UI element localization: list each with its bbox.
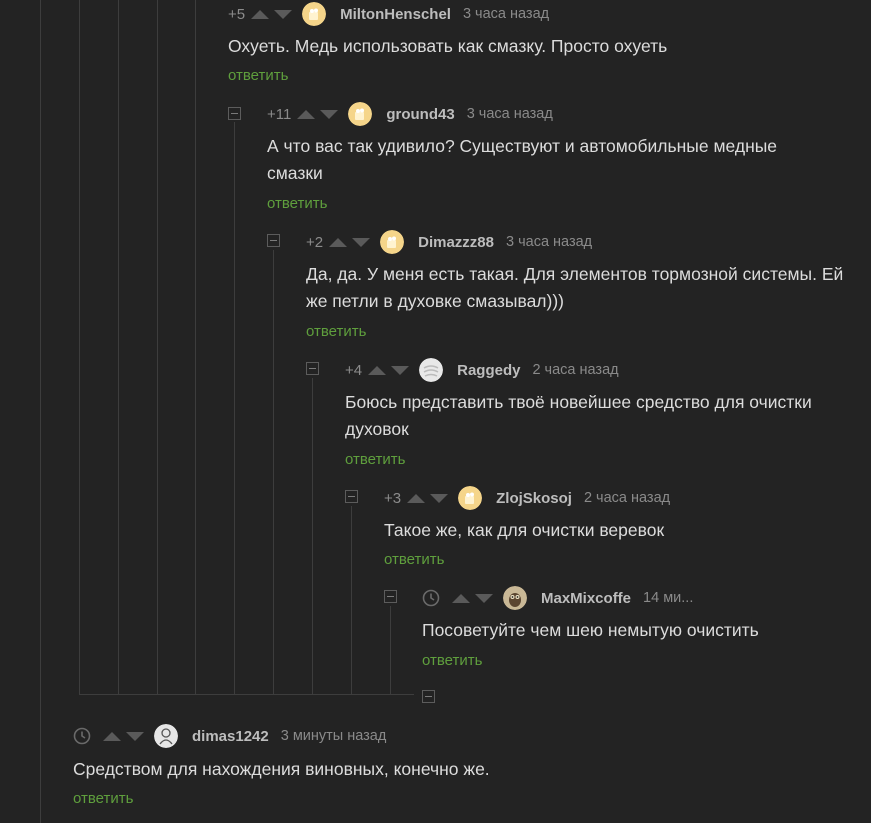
arrow-down-icon[interactable] xyxy=(391,365,410,375)
reply-link[interactable]: ответить xyxy=(345,451,405,468)
reply-link[interactable]: ответить xyxy=(422,652,482,669)
timestamp[interactable]: 14 ми... xyxy=(643,590,693,606)
comment-header: +2 Dimazzz88 3 часа назад xyxy=(306,229,592,255)
comment-rating: +3 xyxy=(384,489,402,507)
avatar[interactable] xyxy=(458,486,483,510)
thread-line xyxy=(312,378,313,694)
comment-text: Такое же, как для очистки веревок xyxy=(384,520,665,540)
thread-line xyxy=(351,506,352,694)
reply-link[interactable]: ответить xyxy=(267,195,327,212)
arrow-down-icon[interactable] xyxy=(352,237,371,247)
avatar[interactable] xyxy=(503,586,527,610)
thread-line xyxy=(234,122,235,694)
comment-header: +11 ground43 3 часа назад xyxy=(267,101,553,127)
avatar[interactable] xyxy=(302,2,327,26)
thread-line-horizontal xyxy=(79,694,414,695)
collapse-button[interactable] xyxy=(345,490,358,503)
thread-line xyxy=(79,0,80,694)
collapse-button[interactable] xyxy=(228,107,241,120)
comment-text: А что вас так удивило? Существуют и авто… xyxy=(267,136,778,183)
arrow-down-icon[interactable] xyxy=(126,731,144,741)
avatar[interactable] xyxy=(419,358,444,382)
thread-line xyxy=(195,0,196,694)
arrow-up-icon[interactable] xyxy=(407,493,426,503)
comment-rating: +5 xyxy=(228,5,246,23)
comment-text: Боюсь представить твоё новейшее средство… xyxy=(345,392,812,439)
comments-page: +5 MiltonHenschel 3 часа назад Охуеть. М… xyxy=(0,0,871,823)
arrow-up-icon[interactable] xyxy=(329,237,348,247)
reply-link[interactable]: ответить xyxy=(228,67,288,84)
comment-text: Охуеть. Медь использовать как смазку. Пр… xyxy=(228,36,668,56)
clock-icon xyxy=(422,589,440,607)
username[interactable]: ground43 xyxy=(386,106,454,123)
comment-header: +4 Raggedy 2 часа назад xyxy=(345,357,619,383)
timestamp[interactable]: 3 часа назад xyxy=(467,106,553,122)
arrow-down-icon[interactable] xyxy=(475,593,493,603)
collapse-button[interactable] xyxy=(384,590,397,603)
collapse-thread-button[interactable] xyxy=(422,690,435,703)
reply-link[interactable]: ответить xyxy=(306,323,366,340)
comment-text: Посоветуйте чем шею немытую очистить xyxy=(422,620,759,640)
username[interactable]: MaxMixcoffe xyxy=(541,590,631,607)
comment-text: Да, да. У меня есть такая. Для элементов… xyxy=(306,264,844,311)
collapse-button[interactable] xyxy=(267,234,280,247)
comment-header: +3 ZlojSkosoj 2 часа назад xyxy=(384,485,670,511)
timestamp[interactable]: 2 часа назад xyxy=(584,490,670,506)
arrow-up-icon[interactable] xyxy=(452,593,470,603)
username[interactable]: ZlojSkosoj xyxy=(496,490,572,507)
clock-icon xyxy=(73,727,91,745)
comment-header: dimas1242 3 минуты назад xyxy=(73,723,386,749)
arrow-up-icon[interactable] xyxy=(103,731,121,741)
arrow-up-icon[interactable] xyxy=(251,9,270,19)
comment-rating: +4 xyxy=(345,361,363,379)
arrow-up-icon[interactable] xyxy=(297,109,316,119)
username[interactable]: Raggedy xyxy=(457,362,520,379)
comment-header: MaxMixcoffe 14 ми... xyxy=(422,585,693,611)
username[interactable]: Dimazzz88 xyxy=(418,234,494,251)
timestamp[interactable]: 3 часа назад xyxy=(506,234,592,250)
avatar[interactable] xyxy=(154,724,178,748)
timestamp[interactable]: 2 часа назад xyxy=(532,362,618,378)
timestamp[interactable]: 3 часа назад xyxy=(463,6,549,22)
avatar[interactable] xyxy=(348,102,373,126)
reply-link[interactable]: ответить xyxy=(73,790,133,807)
arrow-down-icon[interactable] xyxy=(320,109,339,119)
username[interactable]: MiltonHenschel xyxy=(340,6,451,23)
arrow-down-icon[interactable] xyxy=(274,9,293,19)
collapse-button[interactable] xyxy=(306,362,319,375)
arrow-up-icon[interactable] xyxy=(368,365,387,375)
comment-rating: +2 xyxy=(306,233,324,251)
timestamp[interactable]: 3 минуты назад xyxy=(281,728,387,744)
thread-line xyxy=(273,250,274,694)
reply-link[interactable]: ответить xyxy=(384,551,444,568)
avatar[interactable] xyxy=(380,230,405,254)
username[interactable]: dimas1242 xyxy=(192,728,269,745)
comment-rating: +11 xyxy=(267,105,292,123)
comment-header: +5 MiltonHenschel 3 часа назад xyxy=(228,1,549,27)
comment-text: Средством для нахождения виновных, конеч… xyxy=(73,759,490,779)
thread-line xyxy=(40,0,41,823)
thread-line xyxy=(118,0,119,694)
arrow-down-icon[interactable] xyxy=(430,493,449,503)
thread-line xyxy=(157,0,158,694)
thread-line xyxy=(390,606,391,694)
